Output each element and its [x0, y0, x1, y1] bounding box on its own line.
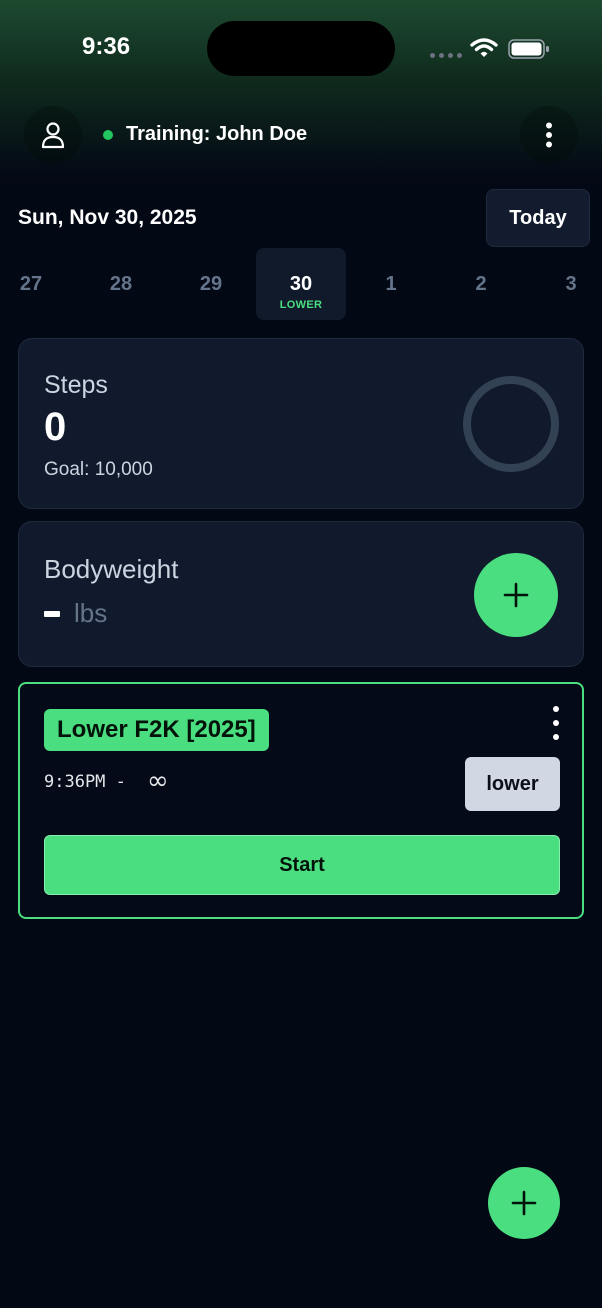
day-number: 27 — [19, 273, 43, 295]
day-item[interactable]: 28 — [76, 248, 166, 320]
workout-card[interactable]: Lower F2K [2025] 9:36PM - ∞ lower Start — [18, 682, 584, 919]
training-status-dot — [103, 130, 113, 140]
day-number: 2 — [475, 273, 487, 295]
workout-menu-icon[interactable] — [545, 706, 567, 740]
steps-value: 0 — [44, 405, 67, 449]
profile-button[interactable] — [24, 106, 82, 164]
day-item[interactable]: 1 — [346, 248, 436, 320]
dynamic-island — [207, 21, 395, 76]
wifi-icon — [470, 38, 498, 57]
day-number: 3 — [565, 273, 577, 295]
steps-card[interactable]: Steps 0 Goal: 10,000 — [18, 338, 584, 509]
plus-icon — [503, 582, 529, 608]
training-client-label[interactable]: Training: John Doe — [126, 123, 307, 146]
kebab-menu-icon — [546, 122, 552, 148]
bodyweight-title: Bodyweight — [44, 554, 179, 584]
day-item[interactable]: 29 — [166, 248, 256, 320]
bodyweight-value: lbs — [44, 598, 107, 629]
day-item[interactable]: 2 — [436, 248, 526, 320]
steps-progress-ring — [463, 376, 559, 472]
today-button[interactable]: Today — [486, 189, 590, 247]
bodyweight-card[interactable]: Bodyweight lbs — [18, 521, 584, 667]
day-item[interactable]: 27 — [0, 248, 76, 320]
person-icon — [41, 122, 65, 149]
day-workout-tag: LOWER — [279, 299, 323, 311]
workout-tag[interactable]: lower — [465, 757, 560, 811]
cellular-signal-icon — [430, 53, 462, 58]
battery-icon — [508, 39, 549, 59]
workout-time: 9:36PM - — [44, 772, 126, 792]
workout-end-infinity: ∞ — [147, 766, 169, 796]
day-number: 29 — [199, 273, 223, 295]
empty-value-dash — [44, 610, 60, 617]
start-workout-button[interactable]: Start — [44, 835, 560, 895]
day-item-selected[interactable]: 30 LOWER — [256, 248, 346, 320]
add-fab-button[interactable] — [488, 1167, 560, 1239]
menu-button[interactable] — [520, 106, 578, 164]
day-number: 1 — [385, 273, 397, 295]
day-number: 28 — [109, 273, 133, 295]
plus-icon — [511, 1190, 537, 1216]
day-number: 30 — [289, 273, 313, 295]
status-time: 9:36 — [82, 33, 131, 60]
day-item[interactable]: 3 — [526, 248, 602, 320]
add-bodyweight-button[interactable] — [474, 553, 558, 637]
bodyweight-unit: lbs — [74, 598, 108, 628]
steps-goal: Goal: 10,000 — [44, 459, 153, 480]
workout-title: Lower F2K [2025] — [44, 709, 269, 751]
steps-title: Steps — [44, 371, 108, 399]
selected-date-label: Sun, Nov 30, 2025 — [18, 206, 197, 229]
